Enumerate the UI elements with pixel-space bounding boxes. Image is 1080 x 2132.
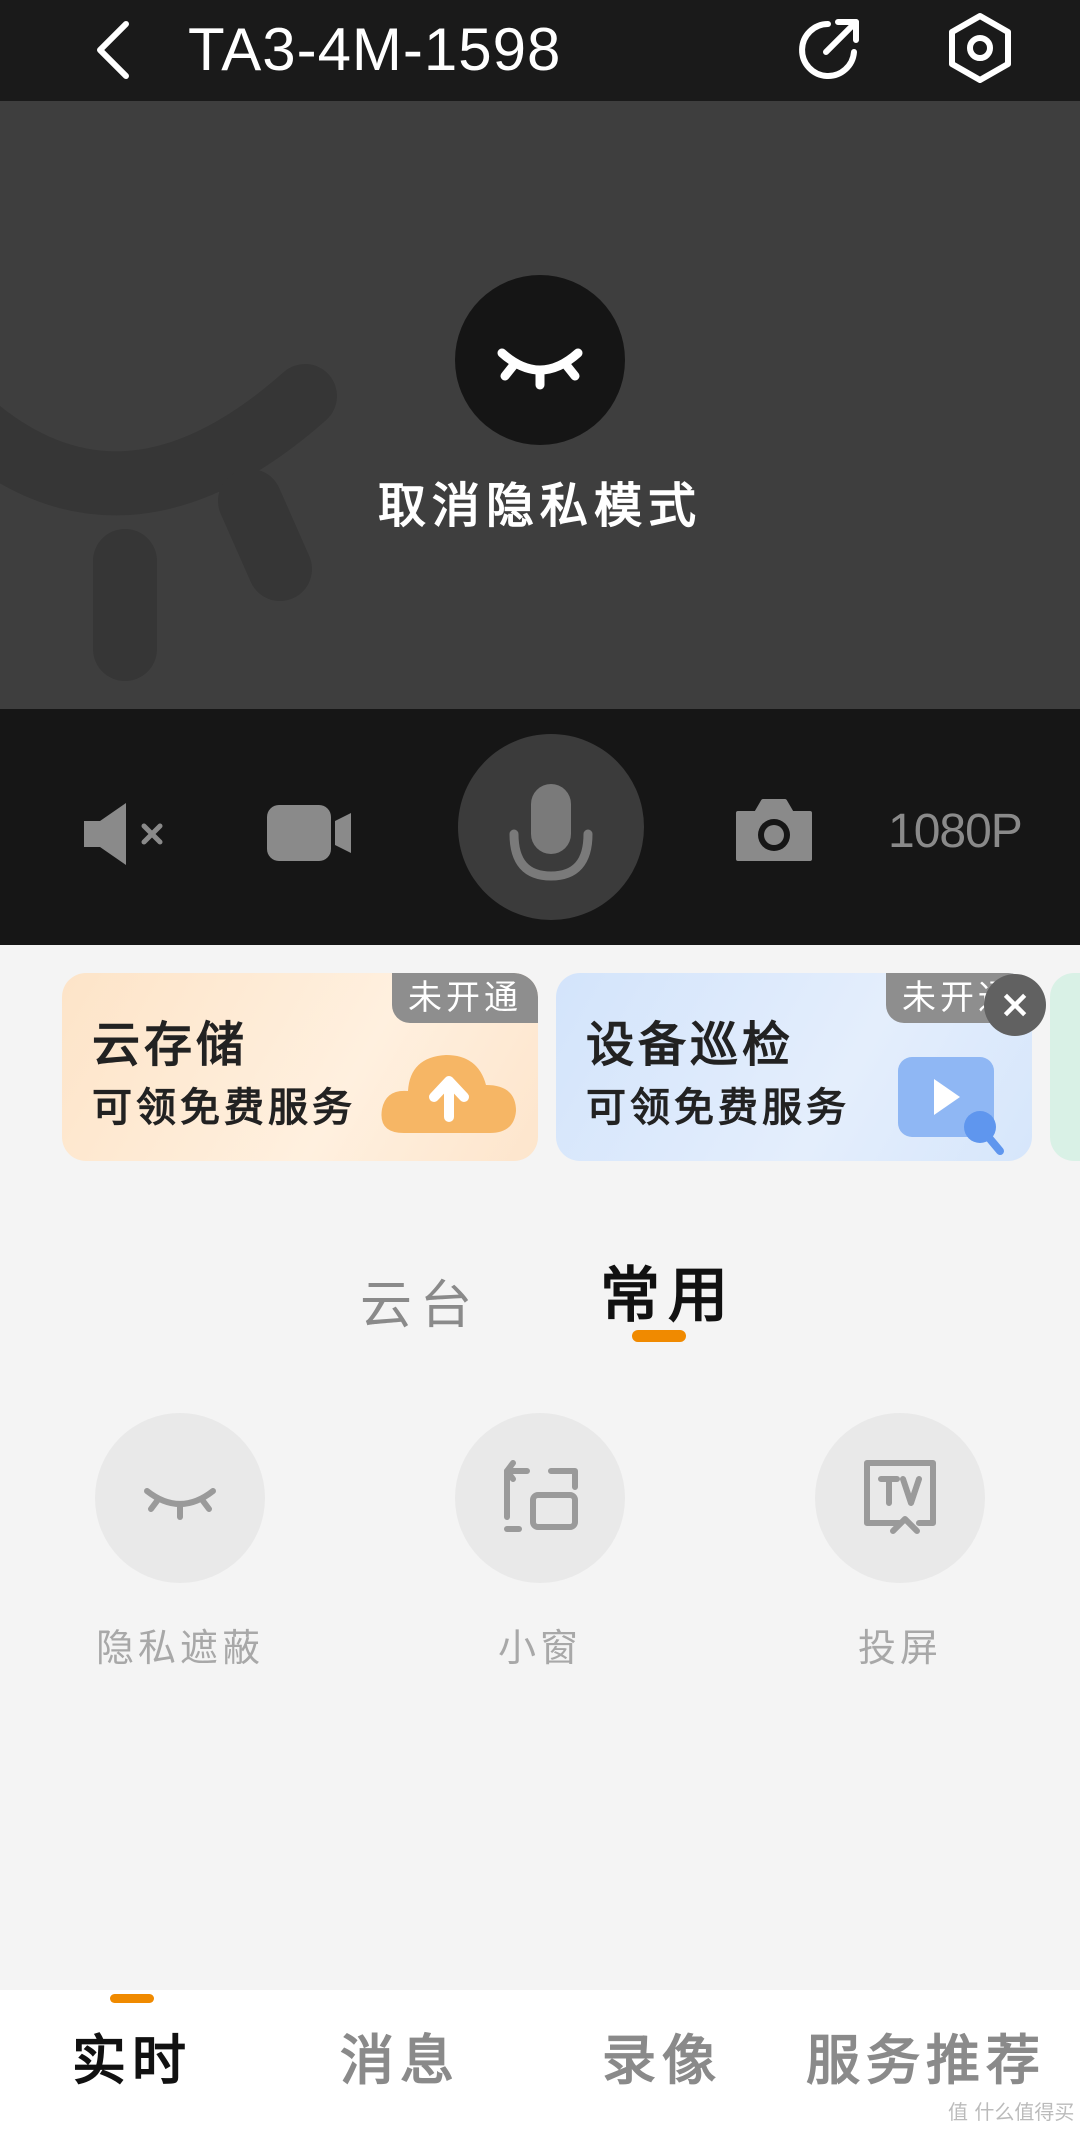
- closed-eye-icon: [144, 1488, 216, 1520]
- talk-microphone-button[interactable]: [458, 734, 644, 920]
- tool-icon-circle: [95, 1413, 265, 1583]
- close-promo-button[interactable]: ×: [984, 974, 1046, 1036]
- promo-title: 设备巡检: [586, 1017, 795, 1073]
- tab-ptz[interactable]: 云台: [360, 1263, 480, 1338]
- promo-card-cloud-storage[interactable]: 云存储 可领免费服务 未开通: [62, 973, 538, 1161]
- share-icon[interactable]: [796, 14, 864, 82]
- promo-card-device-patrol[interactable]: 设备巡检 可领免费服务 未开通: [556, 973, 1032, 1161]
- top-bar: TA3-4M-1598: [0, 0, 1080, 101]
- play-search-icon: [898, 1057, 1004, 1155]
- resolution-selector[interactable]: 1080P: [888, 797, 1023, 867]
- closed-eye-icon: [497, 348, 583, 390]
- video-record-icon[interactable]: [265, 801, 353, 865]
- promo-card-next[interactable]: [1050, 973, 1080, 1161]
- playback-controls: 1080P: [0, 709, 1080, 945]
- privacy-mode-button[interactable]: [455, 275, 625, 445]
- close-icon: ×: [999, 982, 1031, 1026]
- nav-messages[interactable]: 消息: [340, 2016, 460, 2106]
- tool-icon-circle: [455, 1413, 625, 1583]
- bottom-navigation: 实时 消息 录像 服务推荐: [0, 1990, 1080, 2132]
- tool-small-window[interactable]: 小窗: [455, 1413, 625, 1672]
- tool-screen-cast[interactable]: 投屏: [815, 1413, 985, 1672]
- tab-common[interactable]: 常用: [600, 1247, 736, 1334]
- nav-services[interactable]: 服务推荐: [806, 2016, 1046, 2106]
- speaker-muted-icon[interactable]: [80, 801, 170, 867]
- tool-privacy-mask[interactable]: 隐私遮蔽: [95, 1413, 265, 1672]
- settings-gear-icon[interactable]: [944, 12, 1016, 84]
- closed-eye-watermark-icon: [0, 364, 337, 681]
- tool-label: 隐私遮蔽: [95, 1626, 264, 1670]
- tool-label: 投屏: [857, 1626, 942, 1670]
- back-arrow-icon[interactable]: [88, 18, 138, 82]
- cloud-upload-icon: [381, 1055, 516, 1133]
- device-title: TA3-4M-1598: [188, 16, 562, 83]
- active-tab-indicator: [632, 1330, 686, 1342]
- microphone-icon: [509, 784, 593, 881]
- promo-subtitle: 可领免费服务: [586, 1085, 850, 1131]
- active-nav-indicator: [110, 1994, 154, 2003]
- status-badge: 未开通: [392, 973, 538, 1023]
- watermark-text: 值 什么值得买: [948, 2100, 1075, 2124]
- function-panel: 云存储 可领免费服务 未开通 设备巡检 可领免费服务 未开通 × 云台 常用 隐…: [0, 945, 1080, 1990]
- nav-live[interactable]: 实时: [72, 2016, 192, 2106]
- tool-icon-circle: [815, 1413, 985, 1583]
- promo-title: 云存储: [92, 1017, 249, 1073]
- small-window-icon: [504, 1460, 578, 1532]
- nav-recordings[interactable]: 录像: [602, 2016, 722, 2106]
- tv-cast-icon: [864, 1460, 936, 1534]
- cancel-privacy-mode-label[interactable]: 取消隐私模式: [0, 466, 1080, 536]
- tool-label: 小窗: [497, 1626, 582, 1670]
- live-video-area[interactable]: 取消隐私模式: [0, 101, 1080, 709]
- promo-subtitle: 可领免费服务: [92, 1085, 356, 1131]
- camera-snapshot-icon[interactable]: [734, 797, 814, 863]
